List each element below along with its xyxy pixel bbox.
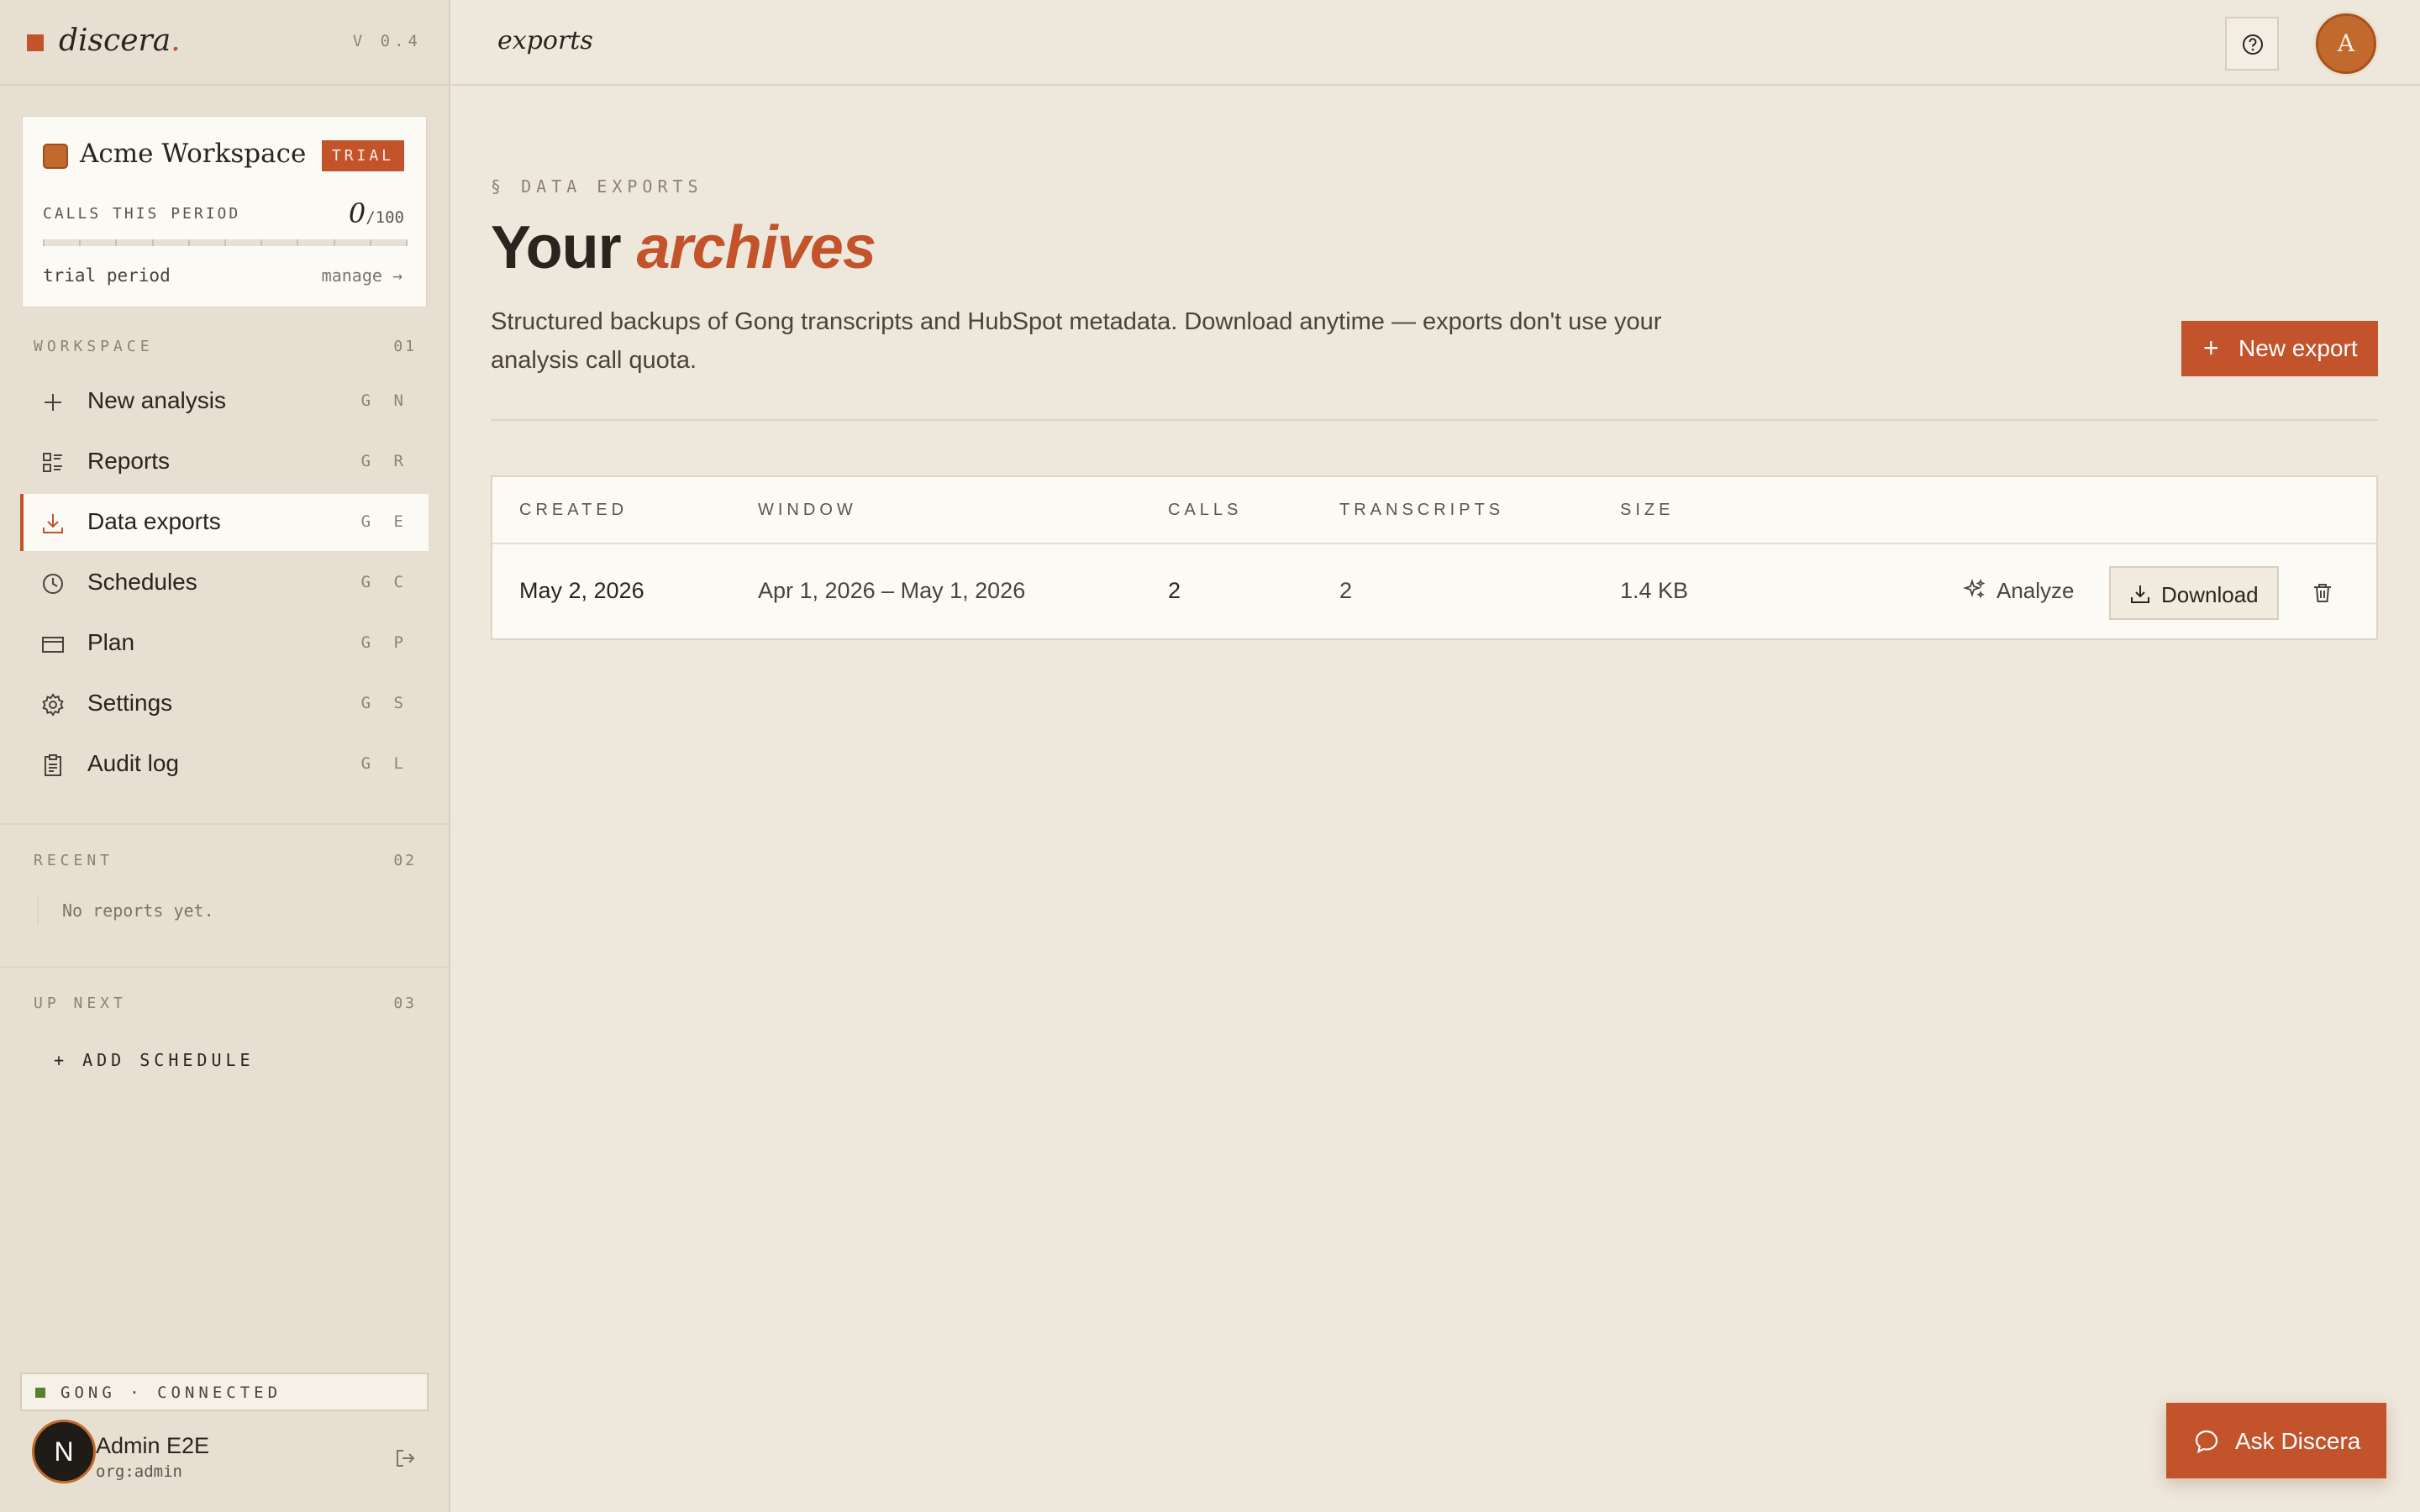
- recent-section-header: RECENT 02: [34, 852, 417, 869]
- calls-label: CALLS THIS PERIOD: [43, 205, 241, 223]
- clock-icon: [43, 574, 63, 594]
- shortcut-hint: G S: [360, 694, 410, 712]
- divider: [491, 419, 2378, 421]
- calls-meter: [43, 239, 408, 246]
- download-icon: [43, 514, 63, 533]
- new-export-button[interactable]: + New export: [2181, 321, 2378, 376]
- download-icon: [2131, 585, 2149, 603]
- workspace-section-header: WORKSPACE 01: [34, 338, 417, 355]
- add-schedule-button[interactable]: + ADD SCHEDULE: [54, 1050, 255, 1070]
- user-avatar[interactable]: A: [2316, 13, 2376, 74]
- sidebar-item-label: Settings: [87, 690, 173, 716]
- new-export-label: New export: [2238, 335, 2358, 361]
- ask-discera-button[interactable]: Ask Discera: [2166, 1403, 2386, 1478]
- help-icon: [2243, 34, 2263, 55]
- manage-link[interactable]: manage →: [322, 265, 402, 286]
- user-name: Admin E2E: [96, 1433, 210, 1458]
- page-eyebrow: § DATA EXPORTS: [491, 176, 703, 197]
- download-label: Download: [2161, 582, 2259, 607]
- cell-transcripts: 2: [1339, 578, 1353, 603]
- workspace-card[interactable]: Acme Workspace TRIAL CALLS THIS PERIOD 0…: [22, 116, 427, 307]
- shortcut-hint: G E: [360, 512, 410, 531]
- sidebar-item-data-exports[interactable]: Data exports G E: [20, 494, 429, 551]
- chat-bubble-icon: [2195, 1430, 2218, 1453]
- shortcut-hint: G L: [360, 754, 410, 773]
- avatar[interactable]: N: [32, 1420, 96, 1483]
- reports-icon: [43, 453, 62, 472]
- upnext-section-header: UP NEXT 03: [34, 995, 417, 1012]
- recent-empty-text: No reports yet.: [62, 900, 214, 921]
- sidebar-item-label: Schedules: [87, 569, 197, 595]
- exports-table: CREATED WINDOW CALLS TRANSCRIPTS SIZE Ma…: [491, 475, 2378, 640]
- sparkle-icon: [1963, 578, 1986, 599]
- user-org: org:admin: [96, 1462, 182, 1481]
- breadcrumb: exports: [497, 26, 593, 55]
- trash-icon[interactable]: [2309, 580, 2336, 606]
- sidebar-item-reports[interactable]: Reports G R: [20, 433, 429, 491]
- divider: [0, 823, 449, 825]
- gong-connection-status[interactable]: GONG · CONNECTED: [20, 1373, 429, 1411]
- calls-counter: 0/100: [348, 197, 404, 229]
- brand-name[interactable]: discera.: [59, 24, 181, 58]
- topbar: exports A: [452, 0, 2420, 86]
- gong-status-text: GONG · CONNECTED: [60, 1383, 282, 1402]
- page-description: Structured backups of Gong transcripts a…: [491, 308, 1662, 374]
- page-title: Your archives: [491, 214, 876, 281]
- sidebar-item-plan[interactable]: Plan G P: [20, 615, 429, 672]
- gear-icon: [42, 693, 64, 717]
- table-header: CREATED WINDOW CALLS TRANSCRIPTS SIZE: [492, 477, 2376, 544]
- ask-discera-label: Ask Discera: [2235, 1428, 2361, 1454]
- trial-period-label: trial period: [43, 265, 171, 286]
- sidebar: discera. V 0.4 Acme Workspace TRIAL CALL…: [0, 0, 450, 1512]
- sidebar-item-settings[interactable]: Settings G S: [20, 675, 429, 732]
- divider: [37, 895, 39, 926]
- sidebar-item-label: Reports: [87, 448, 171, 474]
- analyze-button[interactable]: Analyze: [1963, 571, 2097, 608]
- trial-badge: TRIAL: [321, 140, 404, 171]
- status-dot-icon: [35, 1388, 45, 1398]
- cell-size: 1.4 KB: [1620, 578, 1689, 603]
- download-button[interactable]: Download: [2109, 566, 2279, 620]
- cell-created: May 2, 2026: [519, 578, 644, 603]
- brand-header: discera. V 0.4: [0, 0, 450, 86]
- card-icon: [42, 637, 64, 653]
- shortcut-hint: G R: [360, 452, 410, 470]
- sidebar-item-label: Plan: [87, 629, 135, 655]
- column-header-window[interactable]: WINDOW: [758, 501, 857, 520]
- sidebar-item-audit-log[interactable]: Audit log G L: [20, 736, 429, 793]
- column-header-transcripts[interactable]: TRANSCRIPTS: [1339, 501, 1504, 520]
- cell-calls: 2: [1168, 578, 1181, 603]
- plus-icon: +: [2203, 333, 2219, 363]
- brand-logo-icon: [27, 34, 44, 51]
- version-label: V 0.4: [352, 32, 422, 50]
- column-header-size[interactable]: SIZE: [1620, 501, 1674, 520]
- cell-window: Apr 1, 2026 – May 1, 2026: [758, 578, 1026, 603]
- logout-icon[interactable]: [393, 1446, 417, 1470]
- column-header-created[interactable]: CREATED: [519, 501, 628, 520]
- workspace-icon: [43, 144, 68, 169]
- workspace-name: Acme Workspace: [80, 139, 307, 169]
- column-header-calls[interactable]: CALLS: [1168, 501, 1242, 520]
- shortcut-hint: G C: [360, 573, 410, 591]
- sidebar-item-label: Data exports: [87, 508, 221, 534]
- help-button[interactable]: [2225, 17, 2279, 71]
- sidebar-item-schedules[interactable]: Schedules G C: [20, 554, 429, 612]
- divider: [0, 966, 449, 968]
- sidebar-item-new-analysis[interactable]: New analysis G N: [20, 373, 429, 430]
- plus-icon: [45, 394, 61, 411]
- clipboard-icon: [45, 754, 61, 776]
- shortcut-hint: G N: [360, 391, 410, 410]
- shortcut-hint: G P: [360, 633, 410, 652]
- sidebar-item-label: Audit log: [87, 750, 179, 776]
- sidebar-item-label: New analysis: [87, 387, 226, 413]
- analyze-label: Analyze: [1996, 578, 2075, 603]
